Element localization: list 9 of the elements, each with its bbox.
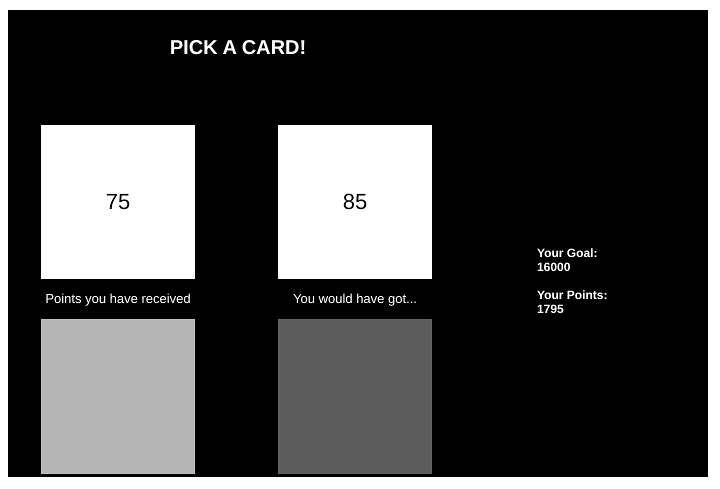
card-caption: You would have got...: [293, 291, 417, 307]
stat-value: 1795: [537, 302, 565, 316]
stat-label: Your Points:: [537, 288, 608, 302]
number-card[interactable]: 85: [278, 125, 432, 279]
card-caption: Points you have received: [45, 291, 191, 307]
stat-value: 16000: [537, 260, 572, 274]
number-card[interactable]: 75: [41, 125, 195, 279]
stat-label: Your Goal:: [537, 246, 598, 260]
game-title: PICK A CARD!: [170, 36, 306, 60]
